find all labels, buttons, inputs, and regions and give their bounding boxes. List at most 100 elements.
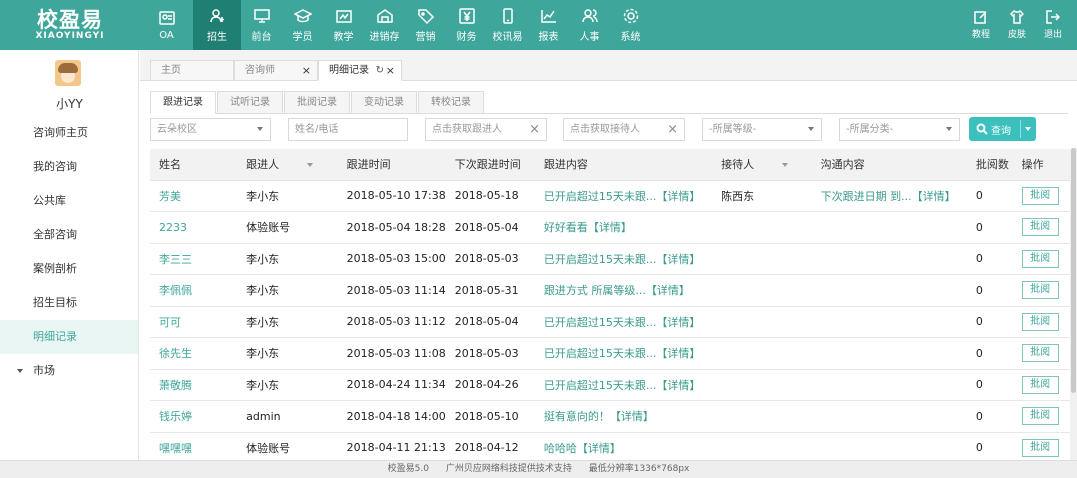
nav-finance[interactable]: 财务	[446, 0, 487, 50]
nav-students[interactable]: 学员	[282, 0, 323, 50]
review-button[interactable]: 批阅	[1021, 249, 1059, 268]
cell-communication[interactable]	[811, 211, 967, 244]
column-header-receiver[interactable]: 接待人	[712, 149, 812, 181]
nav-front-desk[interactable]: 前台	[241, 0, 282, 50]
chart-icon	[540, 10, 556, 23]
cell-content[interactable]: 已开启超过15天未跟...【详情】	[534, 180, 713, 212]
nav-marketing[interactable]: 营销	[405, 0, 446, 50]
nav-messenger[interactable]: 校讯易	[487, 0, 528, 50]
cell-content[interactable]: 已开启超过15天未跟...【详情】	[534, 243, 713, 275]
cell-name[interactable]: 李佩佩	[150, 274, 238, 307]
nav-tutorial[interactable]: 教程	[963, 0, 999, 50]
cell-name[interactable]: 萧敬腾	[150, 369, 238, 401]
page-tab-counselor[interactable]: 咨询师 ×	[234, 60, 318, 81]
refresh-icon[interactable]: ↻	[376, 61, 384, 80]
review-button[interactable]: 批阅	[1021, 312, 1059, 331]
review-button[interactable]: 批阅	[1021, 438, 1059, 457]
cell-content[interactable]: 哈哈哈【详情】	[534, 432, 713, 464]
scrollbar[interactable]	[1070, 148, 1077, 460]
sidebar-item-market[interactable]: 市场	[0, 354, 138, 388]
cell-communication[interactable]	[811, 243, 967, 275]
review-button[interactable]: 批阅	[1021, 186, 1059, 205]
cell-content[interactable]: 已开启超过15天未跟...【详情】	[534, 337, 713, 370]
cell-follower: 体验账号	[237, 432, 338, 464]
table-row: 徐先生 李小东 2018-05-03 11:08 2018-05-03 已开启超过15天…	[150, 337, 1070, 370]
column-header-name[interactable]: 姓名	[150, 149, 238, 181]
receiver-input[interactable]: 点击获取接待人 ×	[563, 118, 685, 141]
page-tab-home[interactable]: 主页	[150, 60, 234, 81]
chevron-down-icon[interactable]	[1025, 127, 1031, 131]
cell-name[interactable]: 2233	[150, 211, 238, 244]
review-button[interactable]: 批阅	[1021, 344, 1059, 363]
cell-name[interactable]: 嘿嘿嘿	[150, 432, 238, 464]
sidebar-item-enrollment-goals[interactable]: 招生目标	[0, 286, 138, 320]
cell-communication[interactable]	[811, 369, 967, 401]
cell-communication[interactable]	[811, 432, 967, 464]
column-header-follower[interactable]: 跟进人	[237, 149, 338, 181]
avatar[interactable]	[55, 60, 81, 86]
nav-label: 营销	[415, 32, 436, 43]
review-button[interactable]: 批阅	[1021, 375, 1059, 394]
tab-follow-up[interactable]: 跟进记录	[150, 91, 216, 114]
review-button[interactable]: 批阅	[1021, 281, 1059, 300]
campus-select[interactable]: 云朵校区	[150, 118, 271, 141]
cell-name[interactable]: 钱乐婷	[150, 400, 238, 433]
name-phone-input[interactable]: 姓名/电话	[288, 118, 408, 141]
cell-name[interactable]: 芳美	[150, 180, 238, 212]
column-header-communication[interactable]: 沟通内容	[811, 149, 967, 181]
level-select[interactable]: -所属等级-	[702, 118, 822, 141]
cell-content[interactable]: 已开启超过15天未跟...【详情】	[534, 306, 713, 338]
tab-transfer[interactable]: 转校记录	[418, 91, 484, 114]
close-icon[interactable]: ×	[386, 61, 395, 80]
tab-review[interactable]: 批阅记录	[284, 91, 350, 114]
column-header-content[interactable]: 跟进内容	[534, 149, 713, 181]
cell-communication[interactable]	[811, 337, 967, 370]
clear-icon[interactable]: ×	[529, 119, 540, 140]
category-select[interactable]: -所属分类-	[839, 118, 960, 141]
cell-content[interactable]: 挺有意向的！【详情】	[534, 400, 713, 433]
cell-review-count: 0	[966, 400, 1013, 433]
scrollbar-thumb[interactable]	[1071, 148, 1076, 393]
nav-reports[interactable]: 报表	[528, 0, 569, 50]
cell-follow-time: 2018-04-18 14:00	[337, 400, 446, 433]
sort-icon[interactable]	[782, 163, 789, 168]
sort-icon[interactable]	[307, 163, 314, 168]
tab-changes[interactable]: 变动记录	[351, 91, 417, 114]
sidebar-item-counselor-home[interactable]: 咨询师主页	[0, 116, 138, 150]
sidebar-item-case-analysis[interactable]: 案例剖析	[0, 252, 138, 286]
review-button[interactable]: 批阅	[1021, 218, 1059, 237]
cell-content[interactable]: 跟进方式 所属等级...【详情】	[534, 274, 713, 307]
clear-icon[interactable]: ×	[667, 119, 678, 140]
cell-communication[interactable]: 下次跟进日期 到...【详情】	[811, 180, 967, 212]
cell-name[interactable]: 可可	[150, 306, 238, 338]
cell-content[interactable]: 已开启超过15天未跟...【详情】	[534, 369, 713, 401]
nav-recruit[interactable]: 招生	[193, 0, 241, 50]
nav-teaching[interactable]: 教学	[323, 0, 364, 50]
nav-skin[interactable]: 皮肤	[999, 0, 1035, 50]
page-tab-detail-records[interactable]: 明细记录 ↻ ×	[318, 60, 402, 81]
follower-input[interactable]: 点击获取跟进人 ×	[425, 118, 547, 141]
cell-name[interactable]: 李三三	[150, 243, 238, 275]
cell-follower: 李小东	[237, 180, 338, 212]
cell-name[interactable]: 徐先生	[150, 337, 238, 370]
nav-system[interactable]: 系统	[610, 0, 651, 50]
sidebar-item-detail-records[interactable]: 明细记录	[0, 320, 138, 354]
cell-content[interactable]: 好好看看【详情】	[534, 211, 713, 244]
search-button[interactable]: 查询	[969, 117, 1036, 141]
tab-trial[interactable]: 试听记录	[217, 91, 283, 114]
sidebar-item-public-pool[interactable]: 公共库	[0, 184, 138, 218]
review-button[interactable]: 批阅	[1021, 407, 1059, 426]
column-header-follow-time[interactable]: 跟进时间	[337, 149, 446, 181]
nav-inventory[interactable]: 进销存	[364, 0, 405, 50]
cell-communication[interactable]	[811, 274, 967, 307]
nav-hr[interactable]: 人事	[569, 0, 610, 50]
sidebar-item-my-inquiries[interactable]: 我的咨询	[0, 150, 138, 184]
cell-communication[interactable]	[811, 306, 967, 338]
nav-logout[interactable]: 退出	[1035, 0, 1071, 50]
page-tab-label: 明细记录	[329, 65, 369, 76]
sidebar-item-all-inquiries[interactable]: 全部咨询	[0, 218, 138, 252]
cell-communication[interactable]	[811, 400, 967, 433]
nav-oa[interactable]: OA	[140, 0, 193, 50]
column-header-next-follow-time[interactable]: 下次跟进时间	[445, 149, 535, 181]
close-icon[interactable]: ×	[302, 61, 311, 80]
